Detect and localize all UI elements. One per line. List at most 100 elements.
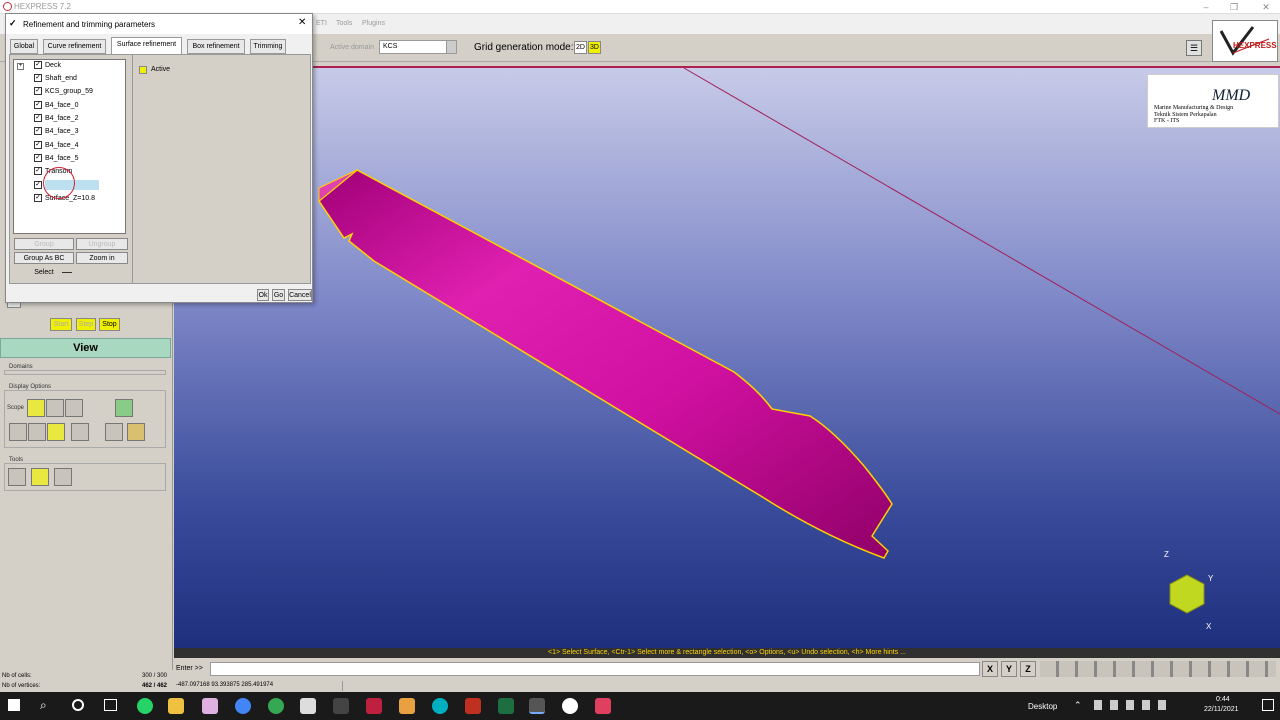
close-icon[interactable]: ✕	[1260, 1, 1272, 13]
cortana-icon[interactable]	[72, 699, 84, 711]
zoom-in-button[interactable]: Zoom in	[76, 252, 128, 264]
tools-group	[4, 463, 166, 491]
archive-icon[interactable]	[399, 698, 415, 714]
camera-icon[interactable]	[8, 468, 26, 486]
hexpress-taskbar-icon[interactable]	[529, 698, 545, 714]
ruler-icon[interactable]	[31, 468, 49, 486]
mendeley-icon[interactable]	[366, 698, 382, 714]
curve-edge-icon[interactable]	[28, 423, 46, 441]
check-icon[interactable]: ✓	[34, 141, 42, 150]
tree-item-b4-face-5[interactable]: ✓ B4_face_5	[34, 153, 78, 165]
pdf-icon[interactable]	[465, 698, 481, 714]
hull-scene	[317, 67, 1280, 614]
mode-2d-button[interactable]: 2D	[574, 41, 587, 54]
windows-start-icon[interactable]	[8, 699, 20, 711]
minimize-icon[interactable]: –	[1200, 1, 1212, 13]
check-icon[interactable]: ✓	[34, 114, 42, 123]
menu-item-eti[interactable]: ETI	[316, 20, 327, 27]
tree-item-deck[interactable]: ✓ Deck	[34, 60, 61, 72]
select-button[interactable]: Select	[14, 267, 74, 279]
tab-global[interactable]: Global	[10, 39, 38, 54]
hull-surface[interactable]	[317, 169, 893, 559]
view-tools-strip[interactable]	[1040, 661, 1276, 677]
check-icon[interactable]: ✓	[34, 87, 42, 96]
tree-item-b4-face-3[interactable]: ✓ B4_face_3	[34, 126, 78, 138]
cube-solid-icon[interactable]	[27, 399, 45, 417]
cube-mesh-icon[interactable]	[65, 399, 83, 417]
desktop-label[interactable]: Desktop	[1028, 702, 1057, 711]
cancel-button[interactable]: Cancel	[288, 289, 312, 301]
chrome-profile-icon[interactable]	[268, 698, 284, 714]
paint-app-icon[interactable]	[202, 698, 218, 714]
active-domain-select[interactable]: KCS	[379, 40, 457, 54]
paint-icon[interactable]	[127, 423, 145, 441]
view-z-button[interactable]: Z	[1020, 661, 1036, 677]
grid-cube-icon[interactable]	[115, 399, 133, 417]
store-icon[interactable]	[300, 698, 316, 714]
tree-expand-icon[interactable]: +	[17, 63, 24, 70]
photos-icon[interactable]	[595, 698, 611, 714]
mmd-watermark: MMD Marine Manufacturing & Design Teknik…	[1147, 74, 1279, 128]
canva-icon[interactable]	[432, 698, 448, 714]
view-section-header[interactable]: View	[0, 338, 171, 358]
tab-curve-refinement[interactable]: Curve refinement	[43, 39, 106, 54]
step-button[interactable]: Step	[76, 318, 96, 331]
check-icon[interactable]: ✓	[34, 127, 42, 136]
check-icon[interactable]: ✓	[34, 154, 42, 163]
3d-viewport[interactable]: Z Y X MMD Marine Manufacturing & Design …	[174, 66, 1280, 648]
check-icon[interactable]: ✓	[34, 167, 42, 176]
chrome-icon[interactable]	[235, 698, 251, 714]
axis-cube-icon[interactable]	[1169, 574, 1205, 614]
calculator-icon[interactable]	[54, 468, 72, 486]
search-icon[interactable]: ⌕	[40, 698, 47, 713]
cube-wire-icon[interactable]	[46, 399, 64, 417]
menu-item-plugins[interactable]: Plugins	[362, 20, 385, 27]
tray-chevron-icon[interactable]: ⌃	[1074, 700, 1082, 711]
whatsapp-icon[interactable]	[137, 698, 153, 714]
tree-item-b4-face-4[interactable]: ✓ B4_face_4	[34, 140, 78, 152]
excel-icon[interactable]	[498, 698, 514, 714]
tree-item-b4-face-2[interactable]: ✓ B4_face_2	[34, 113, 78, 125]
check-icon[interactable]: ✓	[34, 101, 42, 110]
check-icon[interactable]: ✓	[34, 194, 42, 203]
notification-icon[interactable]	[1262, 699, 1274, 711]
start-button[interactable]: Start	[50, 318, 72, 331]
tree-item-shaft-end[interactable]: ✓ Shaft_end	[34, 73, 77, 85]
diamond-icon[interactable]	[105, 423, 123, 441]
go-button[interactable]: Go	[272, 289, 285, 301]
stop-button[interactable]: Stop	[99, 318, 120, 331]
group-button[interactable]: Group	[14, 238, 74, 250]
curve-node-icon[interactable]	[9, 423, 27, 441]
tray-icons[interactable]	[1094, 700, 1174, 710]
dialog-check-icon: ✓	[9, 18, 17, 28]
line-select-icon[interactable]	[47, 423, 65, 441]
view-y-button[interactable]: Y	[1001, 661, 1017, 677]
menu-item-tools[interactable]: Tools	[336, 20, 352, 27]
enter-label: Enter >>	[176, 665, 203, 672]
check-icon[interactable]: ✓	[34, 74, 42, 83]
tree-item-kcs-group[interactable]: ✓ KCS_group_59	[34, 86, 93, 98]
list-icon[interactable]: ☰	[1186, 40, 1202, 56]
file-explorer-icon[interactable]	[168, 698, 184, 714]
task-view-icon[interactable]	[104, 699, 117, 711]
dialog-close-icon[interactable]: ✕	[298, 17, 306, 28]
tab-box-refinement[interactable]: Box refinement	[187, 39, 245, 54]
surface-hatch-icon[interactable]	[71, 423, 89, 441]
shield-icon[interactable]	[333, 698, 349, 714]
command-input[interactable]	[210, 662, 980, 676]
select-dropdown-icon[interactable]	[62, 270, 72, 273]
tree-item-b4-face-0[interactable]: ✓ B4_face_0	[34, 100, 78, 112]
mode-3d-button[interactable]: 3D	[588, 41, 601, 54]
active-checkbox[interactable]	[139, 66, 147, 74]
ok-button[interactable]: Ok	[257, 289, 269, 301]
tab-surface-refinement[interactable]: Surface refinement	[111, 37, 182, 54]
check-icon[interactable]: ✓	[34, 181, 42, 190]
ungroup-button[interactable]: Ungroup	[76, 238, 128, 250]
chrome-alt-icon[interactable]	[562, 698, 578, 714]
surface-tree[interactable]: + ✓ Deck ✓ Shaft_end ✓ KCS_group_59 ✓ B4_fac…	[13, 59, 126, 234]
group-as-bc-button[interactable]: Group As BC	[14, 252, 74, 264]
maximize-icon[interactable]: ❐	[1228, 1, 1240, 13]
view-x-button[interactable]: X	[982, 661, 998, 677]
tab-trimming[interactable]: Trimming	[250, 39, 286, 54]
check-icon[interactable]: ✓	[34, 61, 42, 70]
